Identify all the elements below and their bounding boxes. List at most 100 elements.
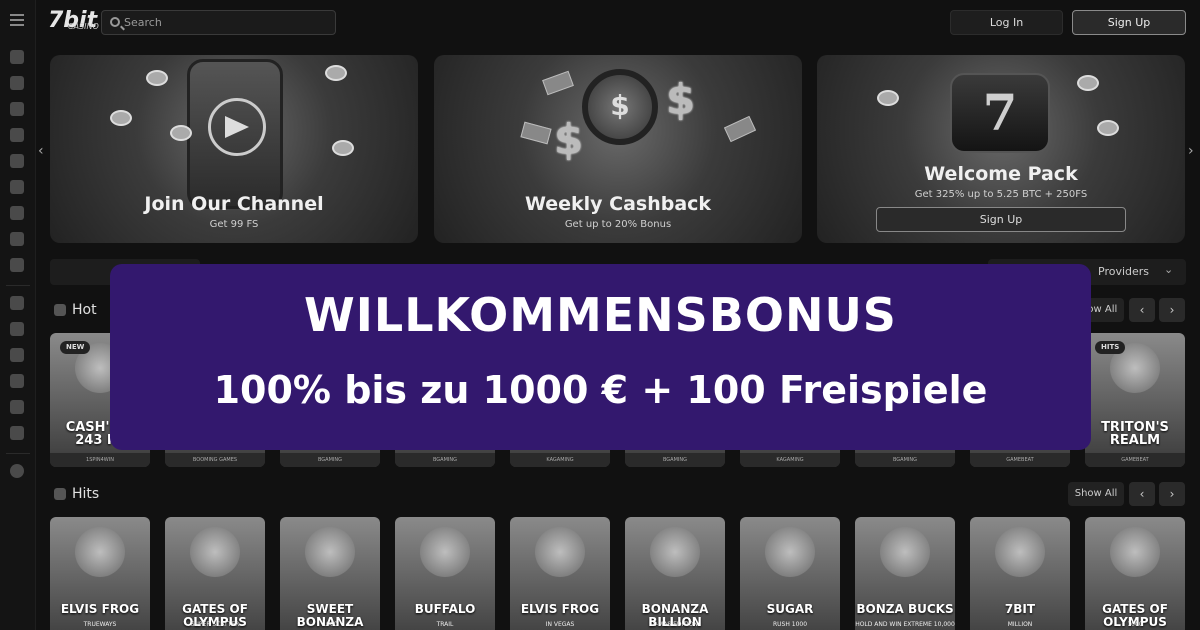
badge-new: NEW — [60, 341, 91, 354]
game-title: SUGAR — [766, 602, 814, 616]
promo-headline: WILLKOMMENSBONUS — [304, 288, 897, 342]
hits-prev-button[interactable]: ‹ — [1129, 482, 1155, 506]
promo-offer: 100% bis zu 1000 € + 100 Freispiele — [213, 368, 988, 412]
left-sidebar — [0, 0, 36, 630]
chip-icon — [1077, 75, 1099, 91]
banknote-icon — [542, 70, 574, 96]
star-icon[interactable] — [10, 76, 24, 90]
game-tile[interactable]: SWEET BONANZA 1000 — [280, 517, 380, 630]
hot-next-button[interactable]: › — [1159, 298, 1185, 322]
game-provider: KAGAMING — [740, 453, 840, 467]
trophy-icon[interactable] — [10, 102, 24, 116]
dealer-icon[interactable] — [10, 206, 24, 220]
hits-next-button[interactable]: › — [1159, 482, 1185, 506]
chevron-down-icon: ⌄ — [1164, 263, 1174, 276]
game-art — [535, 527, 585, 577]
game-tile[interactable]: ELVIS FROG IN VEGAS — [510, 517, 610, 630]
signup-button[interactable]: Sign Up — [1072, 10, 1186, 35]
banner-next-icon[interactable]: › — [1188, 143, 1194, 159]
game-art — [880, 527, 930, 577]
game-tile[interactable]: BONZA BUCKS HOLD AND WIN EXTREME 10,000 — [855, 517, 955, 630]
game-subtitle: SUPER SCATTER — [190, 621, 240, 628]
game-subtitle: RUSH 1000 — [772, 621, 808, 628]
game-art — [995, 527, 1045, 577]
search-input[interactable]: Search — [101, 10, 336, 35]
divider — [6, 453, 30, 454]
game-tile[interactable]: BUFFALO TRAIL — [395, 517, 495, 630]
banner-welcome-pack[interactable]: 7 Welcome Pack Get 325% up to 5.25 BTC +… — [817, 55, 1185, 243]
game-title: ELVIS FROG — [520, 602, 600, 616]
providers-label: Providers — [1098, 265, 1150, 278]
game-provider: BGAMING — [855, 453, 955, 467]
game-art — [190, 527, 240, 577]
menu-icon[interactable] — [10, 14, 24, 29]
star-icon — [54, 488, 66, 500]
slot-icon[interactable] — [10, 154, 24, 168]
dollar-icon: $ — [554, 115, 584, 164]
coin-icon — [146, 70, 168, 86]
game-art — [650, 527, 700, 577]
target-icon[interactable] — [10, 128, 24, 142]
game-tile[interactable]: ELVIS FROG TRUEWAYS — [50, 517, 150, 630]
game-title: TRITON'S REALM — [1101, 420, 1169, 448]
slot-machine-art: 7 — [950, 73, 1050, 153]
search-icon — [110, 17, 120, 27]
logo[interactable]: 7bit CASINO — [48, 8, 99, 34]
banner-join-channel[interactable]: Join Our Channel Get 99 FS — [50, 55, 418, 243]
game-tile[interactable]: BONANZA BILLION X-MAS EDITION — [625, 517, 725, 630]
cup-icon[interactable] — [10, 322, 24, 336]
language-flag-icon[interactable] — [10, 464, 24, 478]
game-subtitle: 1000 — [322, 621, 338, 628]
chip-icon — [1097, 120, 1119, 136]
section-title-hot: Hot — [72, 302, 97, 318]
banner-prev-icon[interactable]: ‹ — [38, 143, 44, 159]
telegram-icon — [208, 98, 266, 156]
game-art — [75, 527, 125, 577]
search-placeholder: Search — [124, 16, 162, 29]
game-subtitle: IN VEGAS — [545, 621, 575, 628]
coins-icon[interactable] — [10, 180, 24, 194]
game-title: 7BIT — [1004, 602, 1036, 616]
banner-title: Join Our Channel — [144, 193, 324, 215]
hits-show-all-button[interactable]: Show All — [1068, 482, 1124, 506]
phone-art — [187, 59, 283, 209]
banknote-icon — [520, 121, 552, 145]
game-provider: GAMEBEAT — [970, 453, 1070, 467]
game-art — [765, 527, 815, 577]
game-tile[interactable]: 7BIT MILLION — [970, 517, 1070, 630]
game-title: BONZA BUCKS — [856, 602, 954, 616]
game-tile[interactable]: GATES OF OLYMPUS SUPER SCATTER — [165, 517, 265, 630]
rocket-icon[interactable] — [10, 232, 24, 246]
hot-prev-button[interactable]: ‹ — [1129, 298, 1155, 322]
coin-icon — [332, 140, 354, 156]
cashback-disc-icon: $ — [582, 69, 658, 145]
fire-icon — [54, 304, 66, 316]
game-title: ELVIS FROG — [60, 602, 140, 616]
game-provider: BOOMING GAMES — [165, 453, 265, 467]
cards-icon[interactable] — [10, 258, 24, 272]
mail-icon[interactable] — [10, 426, 24, 440]
game-art — [420, 527, 470, 577]
logo-sub: CASINO — [68, 22, 99, 31]
shop-icon[interactable] — [10, 348, 24, 362]
banner-weekly-cashback[interactable]: $ $ $ Weekly Cashback Get up to 20% Bonu… — [434, 55, 802, 243]
game-subtitle: X-MAS EDITION — [652, 621, 698, 628]
game-provider: KAGAMING — [510, 453, 610, 467]
wallet-icon[interactable] — [10, 400, 24, 414]
banknote-icon — [723, 115, 757, 143]
game-tile[interactable]: HITS TRITON'S REALM GAMEBEAT — [1085, 333, 1185, 467]
game-subtitle: TRUEWAYS — [83, 621, 117, 628]
banner-subtitle: Get up to 20% Bonus — [564, 219, 672, 230]
game-tile[interactable]: SUGAR RUSH 1000 — [740, 517, 840, 630]
chip-icon — [877, 90, 899, 106]
banner-title: Welcome Pack — [924, 163, 1078, 185]
game-subtitle: MILLION — [1007, 621, 1033, 628]
welcome-signup-button[interactable]: Sign Up — [876, 207, 1126, 232]
game-tile[interactable]: GATES OF OLYMPUS 1000 — [1085, 517, 1185, 630]
gift-icon[interactable] — [10, 296, 24, 310]
banner-subtitle: Get 99 FS — [209, 219, 259, 230]
crown-icon[interactable] — [10, 374, 24, 388]
login-button[interactable]: Log In — [950, 10, 1063, 35]
fire-icon[interactable] — [10, 50, 24, 64]
game-subtitle: HOLD AND WIN EXTREME 10,000 — [855, 621, 955, 628]
